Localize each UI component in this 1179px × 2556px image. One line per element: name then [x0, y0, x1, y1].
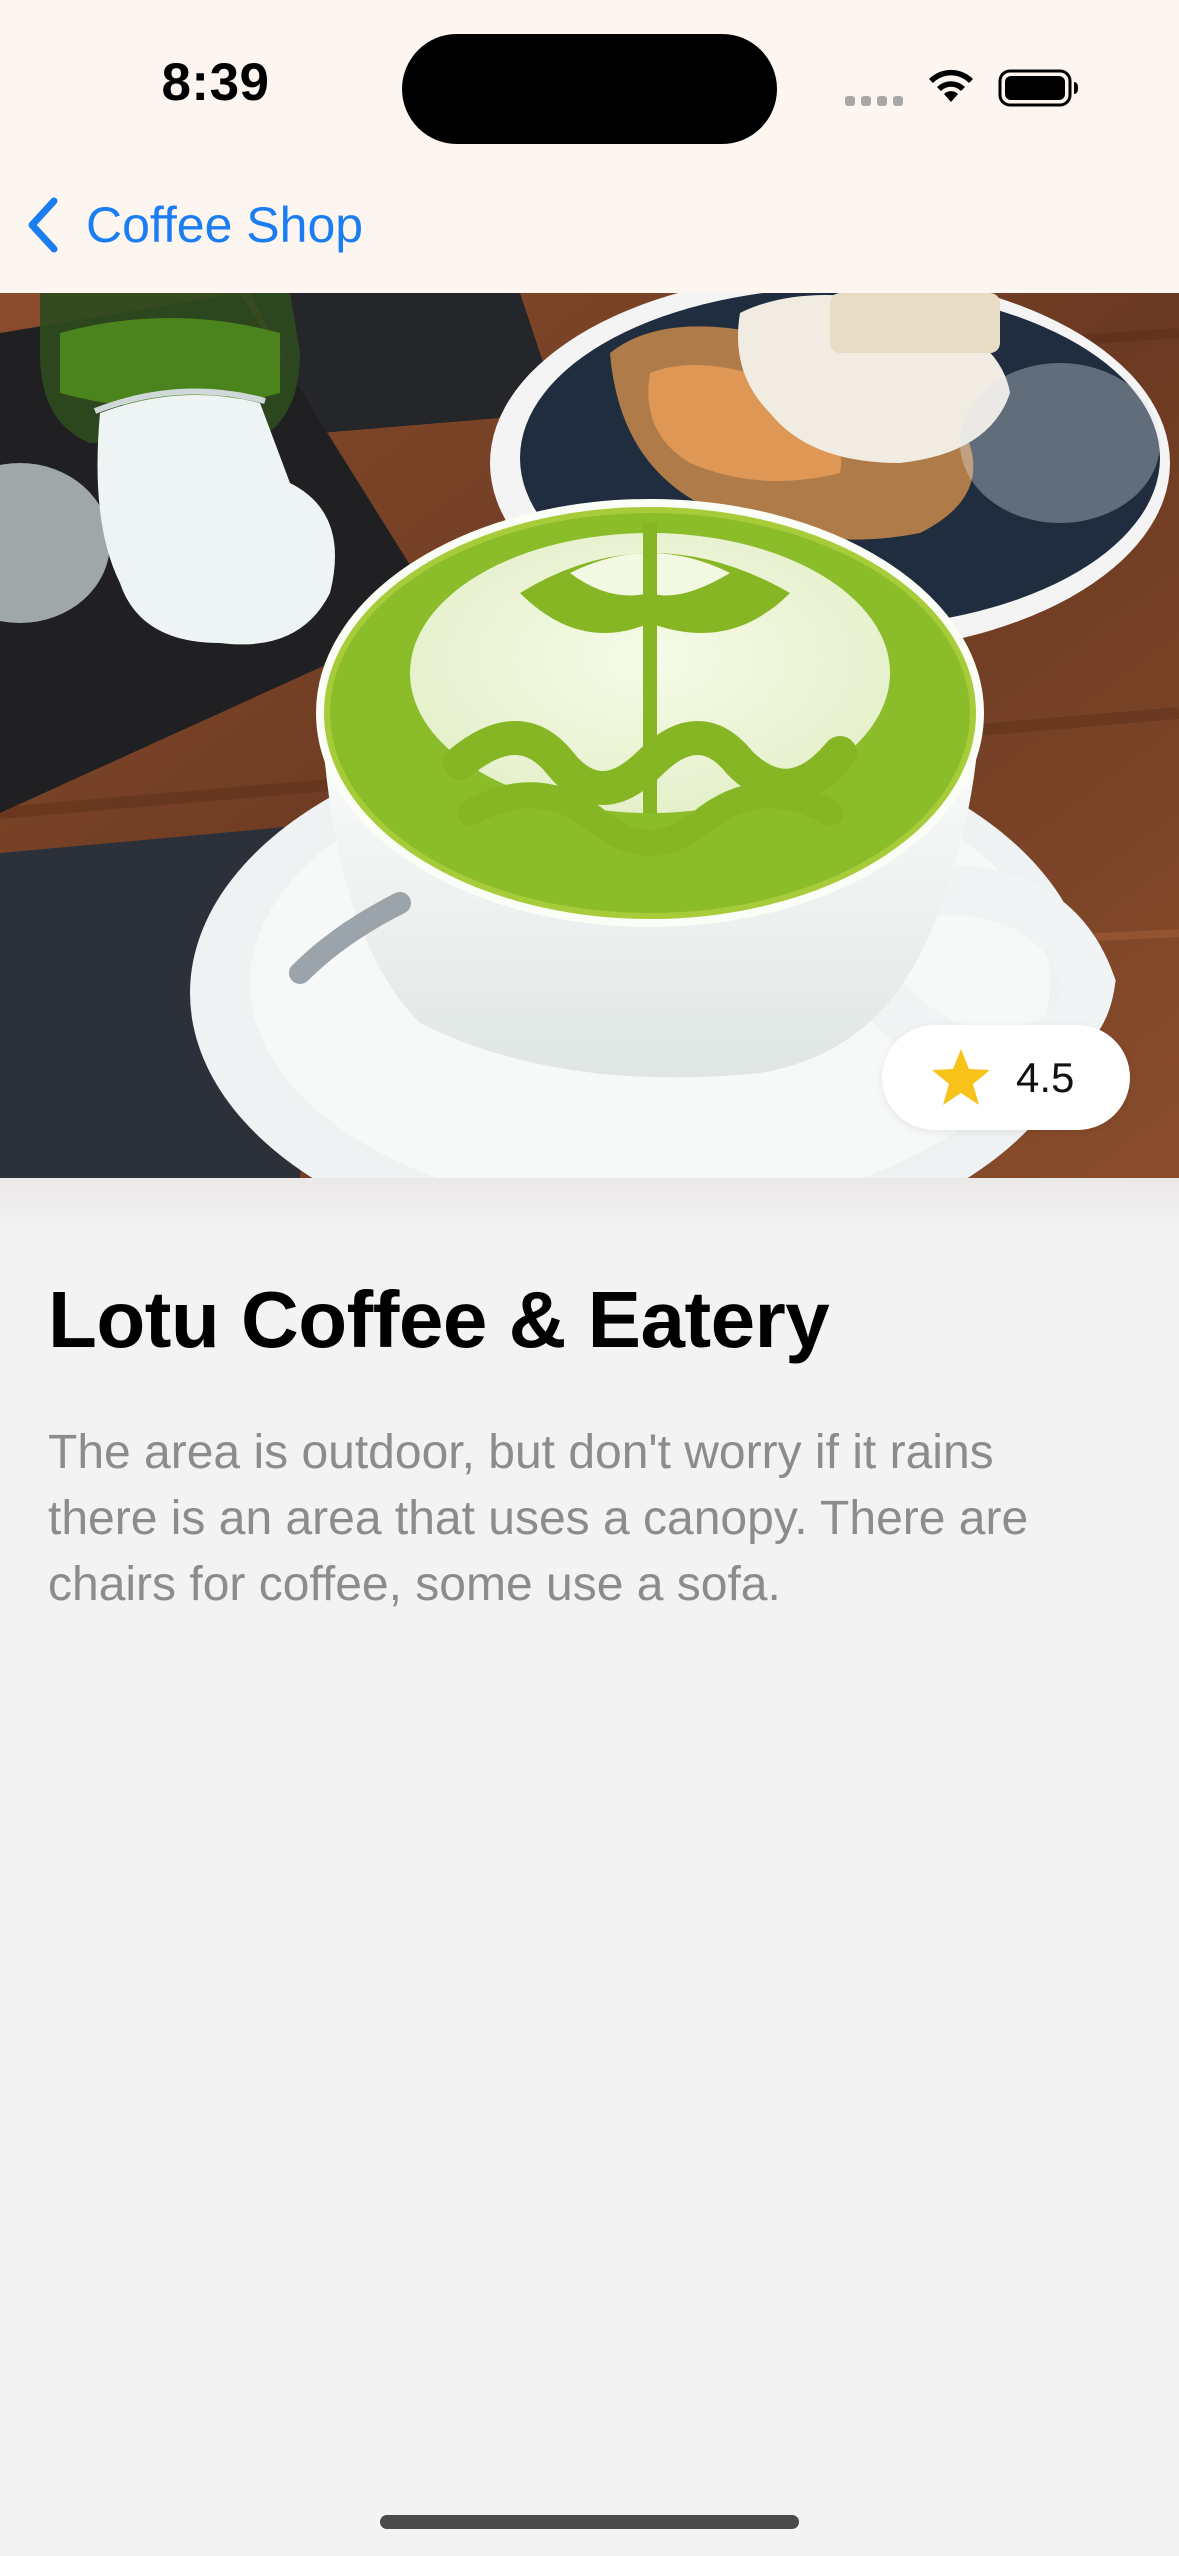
rating-value: 4.5	[1016, 1053, 1075, 1101]
status-time: 8:39	[161, 53, 270, 112]
back-button-label: Coffee Shop	[86, 197, 364, 253]
shop-detail-screen: 8:39 Coffee Shop 4.5 Lotu Coffee & Eater…	[0, 0, 1179, 2556]
chevron-left-icon	[28, 197, 58, 253]
rating-badge: 4.5	[882, 1025, 1130, 1130]
shop-description: The area is outdoor, but don't worry if …	[48, 1426, 1029, 1611]
shop-name: Lotu Coffee & Eatery	[48, 1275, 830, 1364]
cellular-signal-icon	[845, 96, 905, 106]
navigation-header: 8:39 Coffee Shop	[0, 0, 1179, 294]
dynamic-island	[402, 34, 777, 144]
star-icon	[932, 1048, 990, 1105]
home-indicator[interactable]	[380, 2515, 799, 2529]
wifi-icon	[929, 69, 973, 102]
battery-icon	[998, 69, 1078, 107]
back-button[interactable]: Coffee Shop	[24, 190, 363, 260]
content-top-shadow	[0, 1178, 1179, 1238]
